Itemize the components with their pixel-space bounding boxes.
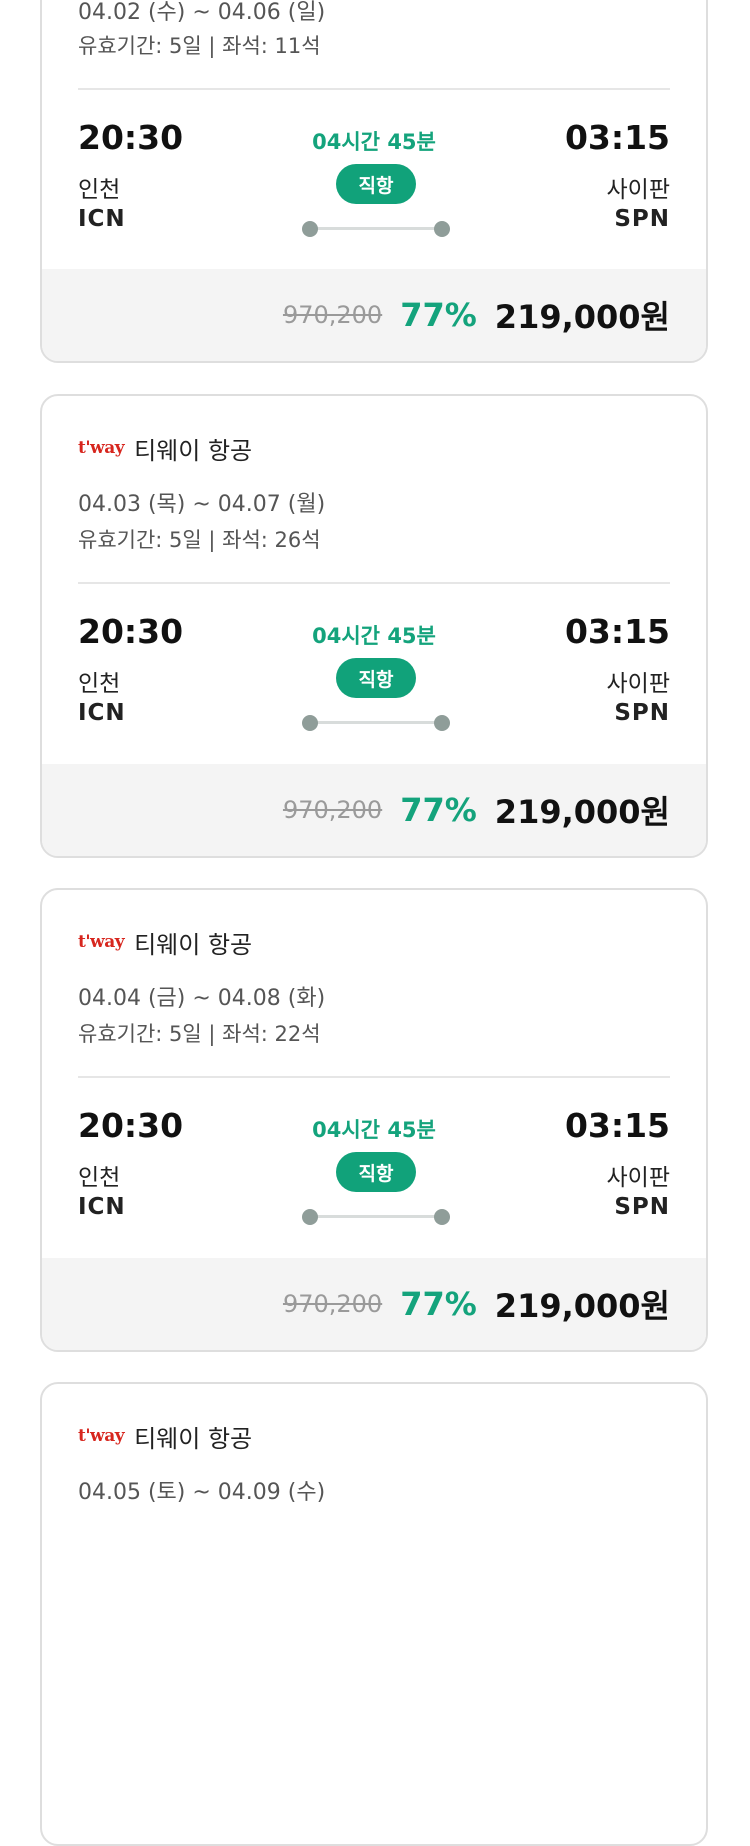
tway-logo-icon: t'way: [78, 932, 125, 952]
flight-duration: 04시간 45분: [312, 624, 436, 648]
route-line: [302, 1209, 450, 1225]
tway-logo-icon: t'way: [78, 438, 125, 458]
departure-city: 인천: [78, 1165, 121, 1191]
validity-seats: 유효기간: 5일 | 좌석: 26석: [78, 528, 321, 552]
direct-flight-badge: 직항: [336, 658, 416, 698]
airline-name: 티웨이 항공: [134, 436, 253, 465]
airline-name: 티웨이 항공: [134, 930, 253, 959]
arrival-city: 사이판: [606, 177, 670, 203]
tway-logo-icon: t'way: [78, 1426, 125, 1446]
destination-dot-icon: [434, 715, 450, 731]
departure-time: 20:30: [78, 612, 184, 651]
route-line: [302, 715, 450, 731]
flight-card[interactable]: t'way 티웨이 항공 04.05 (토) ~ 04.09 (수): [40, 1382, 708, 1846]
flight-card[interactable]: t'way 티웨이 항공 04.04 (금) ~ 04.08 (화) 유효기간:…: [40, 888, 708, 1352]
final-price: 219,000원: [494, 793, 670, 831]
departure-city: 인천: [78, 177, 121, 203]
arrival-city: 사이판: [606, 1165, 670, 1191]
travel-dates: 04.02 (수) ~ 04.06 (일): [78, 0, 326, 25]
travel-dates: 04.05 (토) ~ 04.09 (수): [78, 1480, 326, 1505]
final-price: 219,000원: [494, 298, 670, 336]
discount-rate: 77%: [400, 296, 477, 334]
price-bar: 970,200 77% 219,000원: [42, 269, 706, 361]
price-bar: 970,200 77% 219,000원: [42, 764, 706, 856]
airline-name: 티웨이 항공: [134, 1424, 253, 1453]
original-price: 970,200: [282, 796, 383, 824]
validity-seats: 유효기간: 5일 | 좌석: 11석: [78, 34, 321, 58]
departure-time: 20:30: [78, 118, 184, 157]
arrival-city: 사이판: [606, 671, 670, 697]
validity-seats: 유효기간: 5일 | 좌석: 22석: [78, 1022, 321, 1046]
direct-flight-badge: 직항: [336, 1152, 416, 1192]
original-price: 970,200: [282, 301, 383, 329]
discount-rate: 77%: [400, 791, 477, 829]
divider: [78, 582, 670, 584]
travel-dates: 04.03 (목) ~ 04.07 (월): [78, 492, 326, 517]
divider: [78, 88, 670, 90]
arrival-code: SPN: [614, 1194, 670, 1220]
destination-dot-icon: [434, 1209, 450, 1225]
flight-card[interactable]: t'way 티웨이 항공 04.03 (목) ~ 04.07 (월) 유효기간:…: [40, 394, 708, 858]
departure-time: 20:30: [78, 1106, 184, 1145]
origin-dot-icon: [302, 715, 318, 731]
travel-dates: 04.04 (금) ~ 04.08 (화): [78, 986, 326, 1011]
departure-city: 인천: [78, 671, 121, 697]
price-bar: 970,200 77% 219,000원: [42, 1258, 706, 1350]
departure-code: ICN: [78, 1194, 126, 1220]
final-price: 219,000원: [494, 1287, 670, 1325]
origin-dot-icon: [302, 1209, 318, 1225]
flight-duration: 04시간 45분: [312, 1118, 436, 1142]
direct-flight-badge: 직항: [336, 164, 416, 204]
arrival-code: SPN: [614, 206, 670, 232]
destination-dot-icon: [434, 221, 450, 237]
airline-row: t'way 티웨이 항공: [78, 922, 252, 962]
departure-code: ICN: [78, 700, 126, 726]
original-price: 970,200: [282, 1290, 383, 1318]
route-line: [302, 221, 450, 237]
divider: [78, 1076, 670, 1078]
arrival-time: 03:15: [564, 118, 670, 157]
arrival-time: 03:15: [564, 1106, 670, 1145]
arrival-code: SPN: [614, 700, 670, 726]
discount-rate: 77%: [400, 1285, 477, 1323]
airline-row: t'way 티웨이 항공: [78, 1416, 252, 1456]
flight-card[interactable]: 04.02 (수) ~ 04.06 (일) 유효기간: 5일 | 좌석: 11석…: [40, 0, 708, 363]
departure-code: ICN: [78, 206, 126, 232]
airline-row: t'way 티웨이 항공: [78, 428, 252, 468]
flight-duration: 04시간 45분: [312, 130, 436, 154]
origin-dot-icon: [302, 221, 318, 237]
arrival-time: 03:15: [564, 612, 670, 651]
